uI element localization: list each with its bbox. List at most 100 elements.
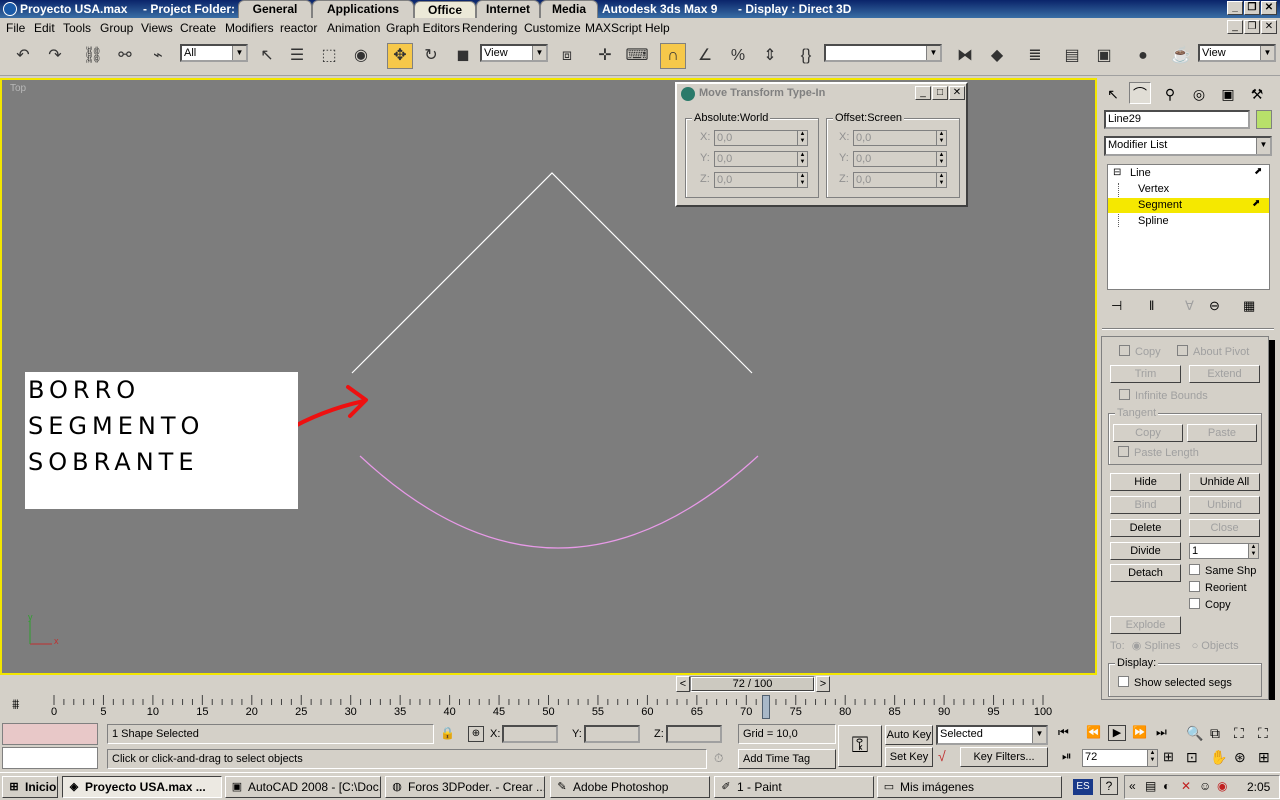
- abs-z-spinner[interactable]: 0,0 ▲ ▼: [714, 172, 808, 188]
- minimize-icon[interactable]: _: [1227, 1, 1243, 15]
- percent-snap-icon[interactable]: %: [725, 43, 751, 69]
- create-tab-icon[interactable]: ↖: [1102, 82, 1124, 104]
- tray-messenger-icon[interactable]: ☺: [1199, 779, 1211, 793]
- current-frame-spinner[interactable]: 72 ▲ ▼: [1082, 749, 1158, 767]
- key-filters-button[interactable]: Key Filters...: [960, 747, 1048, 767]
- collapse-icon[interactable]: ⊟: [1113, 167, 1121, 178]
- stack-item-line[interactable]: Line: [1130, 167, 1151, 179]
- menu-customize[interactable]: Customize: [524, 21, 581, 35]
- select-and-scale-icon[interactable]: ◼: [450, 43, 476, 69]
- task-mis-imagenes[interactable]: ▭ Mis imágenes: [877, 776, 1062, 798]
- paste-length-checkbox[interactable]: Paste Length: [1118, 446, 1199, 459]
- extend-button[interactable]: Extend: [1189, 365, 1260, 383]
- absolute-mode-icon[interactable]: ⊕: [468, 726, 484, 742]
- menu-rendering[interactable]: Rendering: [462, 21, 517, 35]
- select-object-icon[interactable]: ↖: [254, 43, 280, 69]
- render-scene-icon[interactable]: ☕: [1168, 43, 1194, 69]
- divide-button[interactable]: Divide: [1110, 542, 1181, 560]
- maxscript-listener-white[interactable]: [2, 747, 98, 769]
- menu-edit[interactable]: Edit: [34, 21, 55, 35]
- move-transform-dialog[interactable]: Move Transform Type-In _ □ ✕ Absolute:Wo…: [675, 82, 968, 207]
- divide-count-spinner[interactable]: 1 ▲ ▼: [1189, 543, 1259, 559]
- tangent-paste-button[interactable]: Paste: [1187, 424, 1257, 442]
- bulb-icon[interactable]: ⬈: [1252, 198, 1260, 209]
- select-and-link-icon[interactable]: ⛓: [80, 43, 106, 69]
- curve-editor-icon[interactable]: ▤: [1059, 43, 1085, 69]
- unhide-all-button[interactable]: Unhide All: [1189, 473, 1260, 491]
- task-photoshop[interactable]: ✎ Adobe Photoshop: [550, 776, 710, 798]
- stack-item-vertex[interactable]: Vertex: [1138, 183, 1169, 195]
- mirror-icon[interactable]: ⧓: [952, 43, 978, 69]
- doc-close-icon[interactable]: ✕: [1261, 20, 1277, 34]
- about-pivot-checkbox[interactable]: About Pivot: [1177, 345, 1249, 358]
- region-zoom-icon[interactable]: ⊡: [1186, 749, 1198, 766]
- dialog-maximize-icon[interactable]: □: [932, 86, 948, 100]
- menu-animation[interactable]: Animation: [327, 21, 380, 35]
- key-mode-icon[interactable]: √: [938, 748, 946, 764]
- time-slider-thumb[interactable]: 72 / 100: [691, 677, 814, 691]
- restore-icon[interactable]: ❐: [1244, 1, 1260, 15]
- tangent-copy-button[interactable]: Copy: [1113, 424, 1183, 442]
- spinner-arrows-icon[interactable]: ▲ ▼: [936, 173, 946, 187]
- explode-button[interactable]: Explode: [1110, 616, 1181, 634]
- keyboard-shortcut-icon[interactable]: ⌨: [624, 43, 650, 69]
- motion-tab-icon[interactable]: ◎: [1188, 82, 1210, 104]
- y-coord-field[interactable]: [584, 725, 640, 743]
- quicktab-internet[interactable]: Internet: [476, 0, 540, 18]
- quicktab-applications[interactable]: Applications: [312, 0, 414, 18]
- help-icon[interactable]: ?: [1100, 777, 1118, 795]
- close-button[interactable]: Close: [1189, 519, 1260, 537]
- menu-help[interactable]: Help: [645, 21, 670, 35]
- unlink-icon[interactable]: ⚯: [112, 43, 138, 69]
- material-editor-icon[interactable]: ●: [1130, 43, 1156, 69]
- quicktab-general[interactable]: General: [238, 0, 312, 18]
- current-frame-marker[interactable]: [762, 695, 771, 719]
- prev-frame-icon[interactable]: <: [676, 676, 690, 692]
- maxscript-listener-pink[interactable]: [2, 723, 98, 745]
- menu-file[interactable]: File: [6, 21, 25, 35]
- snaps-toggle-icon[interactable]: ∩: [660, 43, 686, 69]
- abs-x-spinner[interactable]: 0,0 ▲ ▼: [714, 130, 808, 146]
- spinner-arrows-icon[interactable]: ▲ ▼: [1147, 750, 1157, 766]
- spinner-arrows-icon[interactable]: ▲ ▼: [936, 131, 946, 145]
- stack-item-spline[interactable]: Spline: [1138, 215, 1169, 227]
- tray-volume-icon[interactable]: ◐: [1163, 779, 1170, 793]
- time-config-icon[interactable]: ⊞: [1163, 749, 1174, 765]
- same-shp-checkbox[interactable]: Same Shp: [1189, 564, 1256, 577]
- task-paint[interactable]: ✐ 1 - Paint: [714, 776, 874, 798]
- language-indicator[interactable]: ES: [1073, 779, 1093, 795]
- bind-space-warp-icon[interactable]: ⌁: [145, 43, 171, 69]
- radio-objects-icon[interactable]: ○: [1192, 640, 1199, 652]
- zoom-extents-icon[interactable]: ⛶: [1234, 725, 1244, 742]
- detach-copy-checkbox[interactable]: Copy: [1189, 598, 1231, 611]
- remove-modifier-icon[interactable]: ⊖: [1209, 298, 1220, 314]
- select-and-rotate-icon[interactable]: ↻: [418, 43, 444, 69]
- selection-filter-dropdown[interactable]: All ▼: [180, 44, 248, 62]
- rectangular-selection-icon[interactable]: ⬚: [316, 43, 342, 69]
- bind-button[interactable]: Bind: [1110, 496, 1181, 514]
- add-time-tag-button[interactable]: Add Time Tag: [738, 749, 836, 769]
- pivot-center-icon[interactable]: ⧈: [554, 43, 580, 69]
- track-bar[interactable]: ⩩ 0 5 10 15 20 25 30 35 40 45 50 55 60 65 70 75 80 85 90 95…: [0, 693, 1097, 721]
- menu-maxscript[interactable]: MAXScript: [585, 21, 642, 35]
- menu-reactor[interactable]: reactor: [280, 21, 317, 35]
- go-to-start-icon[interactable]: ⏮: [1058, 725, 1069, 740]
- modify-tab-icon[interactable]: ⌒: [1129, 82, 1151, 104]
- tray-network-icon[interactable]: ▤: [1145, 779, 1156, 793]
- key-set-dropdown[interactable]: Selected ▼: [936, 725, 1048, 745]
- zoom-extents-all-icon[interactable]: ⛶: [1258, 725, 1268, 742]
- close-icon[interactable]: ✕: [1261, 1, 1277, 15]
- arc-rotate-icon[interactable]: ⊛: [1234, 749, 1246, 766]
- start-button[interactable]: ⊞ Inicio: [2, 776, 58, 798]
- z-coord-field[interactable]: [666, 725, 722, 743]
- go-to-end-icon[interactable]: ⏭: [1156, 725, 1167, 740]
- manipulate-icon[interactable]: ✛: [592, 43, 618, 69]
- time-slider[interactable]: < 72 / 100 >: [0, 675, 1097, 693]
- menu-tools[interactable]: Tools: [63, 21, 91, 35]
- zoom-icon[interactable]: 🔍: [1186, 725, 1203, 742]
- spinner-arrows-icon[interactable]: ▲ ▼: [1248, 544, 1258, 558]
- undo-icon[interactable]: ↶: [10, 43, 36, 69]
- object-name-field[interactable]: Line29: [1104, 110, 1250, 129]
- spinner-snap-icon[interactable]: ⇕: [757, 43, 783, 69]
- named-selection-dropdown[interactable]: ▼: [824, 44, 942, 62]
